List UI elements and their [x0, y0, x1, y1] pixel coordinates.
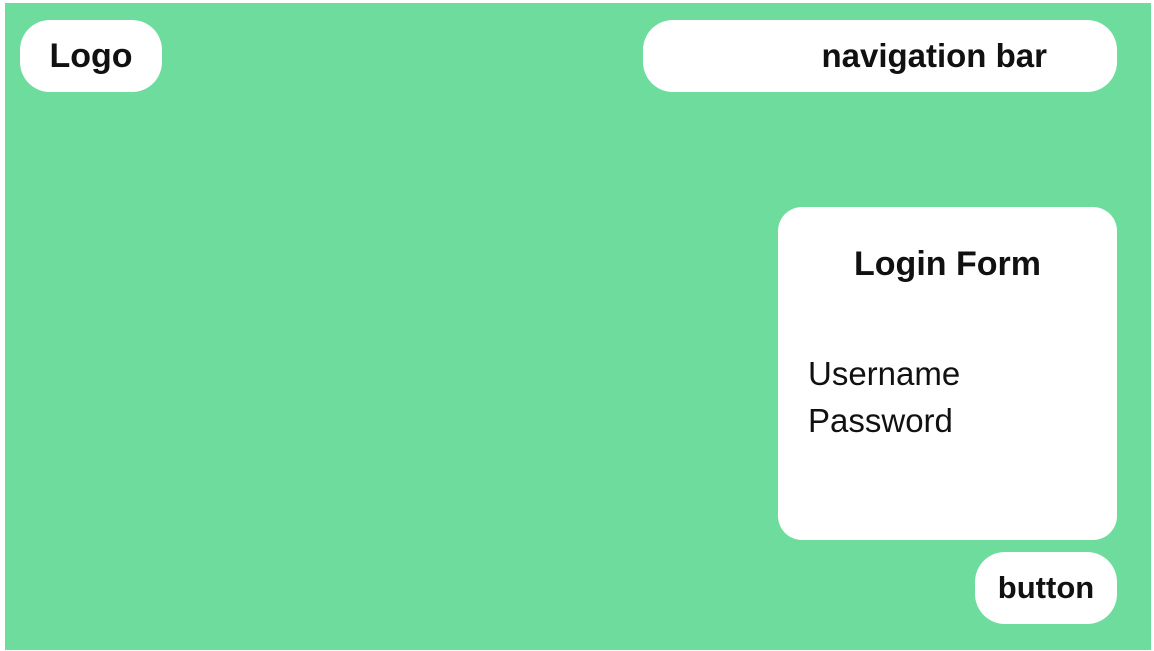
- password-field[interactable]: Password: [808, 404, 953, 437]
- action-button-label: button: [997, 570, 1095, 605]
- login-form: Login Form Username Password: [778, 207, 1117, 540]
- action-button[interactable]: button: [975, 552, 1117, 624]
- wireframe-canvas: Logo navigation bar Login Form Username …: [5, 3, 1151, 650]
- logo[interactable]: Logo: [20, 20, 162, 92]
- navigation-bar[interactable]: navigation bar: [643, 20, 1117, 92]
- logo-label: Logo: [49, 36, 133, 75]
- login-form-title: Login Form: [854, 245, 1041, 283]
- navigation-bar-label: navigation bar: [821, 37, 1047, 74]
- username-field[interactable]: Username: [808, 357, 960, 390]
